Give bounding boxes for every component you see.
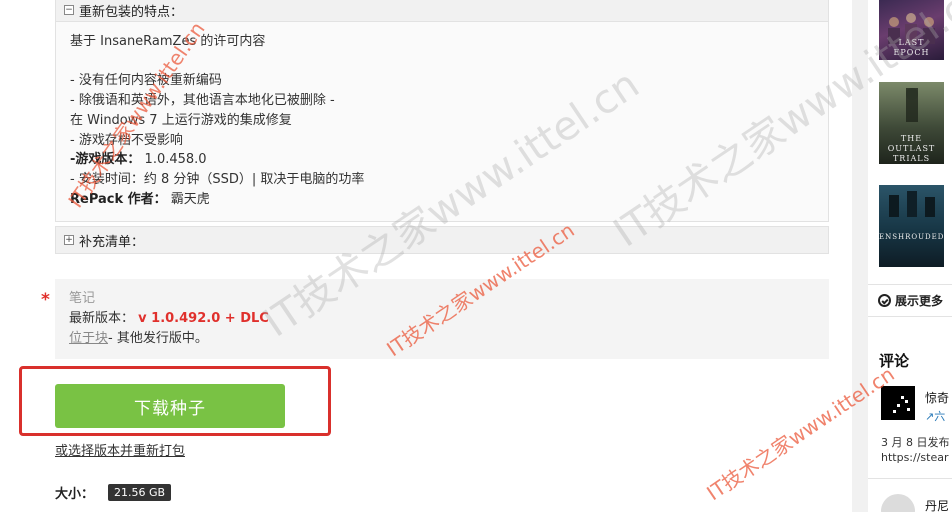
latest-version-line: 最新版本： v 1.0.492.0 + DLC bbox=[69, 309, 815, 329]
comment-url[interactable]: https://stear bbox=[881, 451, 949, 464]
repack-author-line: RePack 作者： 霸天虎 bbox=[70, 190, 814, 210]
game-version-line: -游戏版本： 1.0.458.0 bbox=[70, 150, 814, 170]
expand-icon[interactable]: + bbox=[64, 235, 74, 245]
repack-author-value: 霸天虎 bbox=[170, 191, 210, 207]
game-thumb-last-epoch[interactable]: LAST EPOCH bbox=[879, 0, 944, 60]
divider bbox=[868, 478, 952, 479]
game-thumb-enshrouded[interactable]: ENSHROUDED bbox=[879, 185, 944, 267]
game-version-label: -游戏版本： bbox=[70, 152, 141, 168]
show-more-label: 展示更多 bbox=[895, 294, 944, 308]
comment-sub[interactable]: ↗六 bbox=[925, 408, 945, 424]
feature-line: - 游戏存档不受影响 bbox=[70, 132, 183, 148]
comment-user[interactable]: 丹尼 bbox=[925, 497, 949, 512]
comment-user[interactable]: 惊奇 bbox=[925, 389, 949, 406]
size-row: 大小： 21.56 GB bbox=[55, 483, 172, 502]
repack-features-header[interactable]: − 重新包装的特点： bbox=[56, 0, 828, 21]
repack-features-spoiler: − 重新包装的特点： 基于 InsaneRamZes 的许可内容 - 没有任何内… bbox=[55, 0, 829, 223]
latest-version-value: v 1.0.492.0 + DLC bbox=[138, 311, 269, 326]
size-badge: 21.56 GB bbox=[108, 484, 172, 501]
install-time-line: - 安装时间：约 8 分钟（SSD）| 取决于电脑的功率 bbox=[70, 171, 365, 187]
feature-line: 在 Windows 7 上运行游戏的集成修复 bbox=[70, 112, 292, 128]
avatar[interactable] bbox=[881, 386, 915, 420]
divider bbox=[868, 284, 952, 285]
location-line: 位于块- 其他发行版中。 bbox=[69, 329, 815, 349]
extra-list-spoiler[interactable]: + 补充清单： bbox=[55, 226, 829, 254]
external-link-icon: ↗ bbox=[925, 410, 935, 423]
latest-version-label: 最新版本： bbox=[69, 311, 135, 326]
extra-list-header[interactable]: + 补充清单： bbox=[56, 227, 828, 253]
comments-title: 评论 bbox=[879, 352, 910, 370]
game-version-value: 1.0.458.0 bbox=[144, 152, 207, 168]
location-text: - 其他发行版中。 bbox=[108, 331, 208, 346]
game-art bbox=[889, 191, 935, 217]
size-label: 大小： bbox=[55, 487, 95, 502]
choose-version-link[interactable]: 或选择版本并重新打包 bbox=[55, 440, 185, 459]
download-torrent-button[interactable]: 下载种子 bbox=[55, 384, 285, 428]
required-asterisk: * bbox=[41, 290, 50, 310]
check-circle-icon bbox=[878, 294, 891, 307]
show-more-button[interactable]: 展示更多 bbox=[878, 292, 943, 309]
extra-list-title: 补充清单： bbox=[79, 234, 145, 250]
collapse-icon[interactable]: − bbox=[64, 5, 74, 15]
repack-features-title: 重新包装的特点： bbox=[79, 4, 184, 20]
note-box: 笔记 最新版本： v 1.0.492.0 + DLC 位于块- 其他发行版中。 bbox=[55, 279, 829, 359]
feature-line: 基于 InsaneRamZes 的许可内容 bbox=[70, 34, 266, 49]
game-title: LAST EPOCH bbox=[893, 38, 930, 57]
column-gap bbox=[852, 0, 868, 512]
repack-features-body: 基于 InsaneRamZes 的许可内容 - 没有任何内容被重新编码 - 除俄… bbox=[56, 21, 828, 222]
location-link[interactable]: 位于块 bbox=[69, 331, 108, 346]
comment-date: 3 月 8 日发布 bbox=[881, 436, 950, 449]
divider bbox=[868, 316, 952, 317]
feature-line: - 没有任何内容被重新编码 bbox=[70, 73, 222, 89]
feature-line: - 除俄语和英语外，其他语言本地化已被删除 - bbox=[70, 93, 335, 109]
note-label: 笔记 bbox=[69, 291, 96, 306]
comment-sub-text: 六 bbox=[934, 410, 946, 423]
game-title: ENSHROUDED bbox=[879, 233, 944, 241]
game-title: THE OUTLAST TRIALS bbox=[887, 134, 936, 163]
repack-author-label: RePack 作者： bbox=[70, 191, 167, 207]
game-thumb-outlast-trials[interactable]: THE OUTLAST TRIALS bbox=[879, 82, 944, 164]
